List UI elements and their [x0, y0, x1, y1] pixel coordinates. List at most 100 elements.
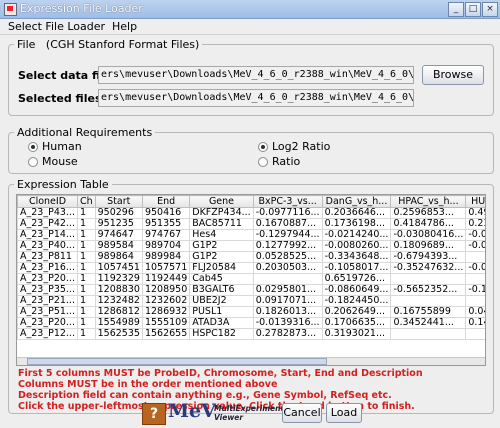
table-cell[interactable]: 989584	[94, 240, 143, 252]
table-cell[interactable]: 951355	[141, 218, 191, 230]
table-cell[interactable]: 0.1477339...	[465, 317, 485, 329]
table-cell[interactable]: 0.1706635...	[321, 317, 392, 329]
ratio-label[interactable]: Ratio	[272, 155, 300, 168]
table-cell[interactable]: BAC85711	[189, 218, 254, 230]
table-cell[interactable]: UBE2J2	[189, 295, 254, 307]
table-cell[interactable]: -0.0139316...	[252, 317, 323, 329]
human-radio[interactable]	[28, 142, 38, 152]
table-row[interactable]: A_23_P51... 1 1286812 1286932 PUSL1 0.1826013…	[17, 306, 485, 318]
table-cell[interactable]: 1562655	[141, 328, 191, 340]
table-cell[interactable]: -0.1297944...	[252, 229, 323, 241]
table-cell[interactable]: 989704	[141, 240, 191, 252]
table-cell[interactable]: 1	[76, 328, 96, 340]
table-cell[interactable]: 0.1670887...	[252, 218, 323, 230]
horizontal-scrollbar[interactable]	[17, 357, 485, 365]
menu-select-file-loader[interactable]: Select File Loader	[8, 20, 105, 33]
table-row[interactable]: A_23_P42... 1 951235 951355 BAC85711 0.167088…	[17, 218, 485, 230]
table-cell[interactable]: -0.0476811...	[465, 240, 485, 252]
table-cell[interactable]: -0.1824450...	[321, 295, 392, 307]
column-header[interactable]: Start	[94, 195, 143, 208]
column-header[interactable]: Gene	[189, 195, 254, 208]
table-cell[interactable]: 1	[76, 306, 96, 318]
table-cell[interactable]: B3GALT6	[189, 284, 254, 296]
table-cell[interactable]	[390, 328, 467, 340]
table-cell[interactable]: -0.35247632...	[390, 262, 467, 274]
cancel-button[interactable]: Cancel	[282, 403, 322, 423]
table-cell[interactable]: 0.2036646...	[321, 207, 392, 219]
table-cell[interactable]: -0.3343648...	[321, 251, 392, 263]
table-cell[interactable]: -0.03080416...	[390, 229, 467, 241]
table-cell[interactable]: ATAD3A	[189, 317, 254, 329]
data-file-path-field[interactable]: ers\mevuser\Downloads\MeV_4_6_0_r2388_wi…	[98, 66, 414, 84]
table-cell[interactable]	[390, 295, 467, 307]
table-cell[interactable]: 1208950	[141, 284, 191, 296]
table-cell[interactable]	[390, 273, 467, 285]
table-row[interactable]: A_23_P43... 1 950296 950416 DKFZP434... -0.09…	[17, 207, 485, 219]
log2-ratio-radio[interactable]	[258, 142, 268, 152]
table-cell[interactable]: 1192449	[141, 273, 191, 285]
table-cell[interactable]: FLJ20584	[189, 262, 254, 274]
table-cell[interactable]: -0.0243250...	[465, 229, 485, 241]
log2-ratio-label[interactable]: Log2 Ratio	[272, 140, 330, 153]
table-cell[interactable]: -0.0214240...	[321, 229, 392, 241]
load-button[interactable]: Load	[326, 403, 362, 423]
table-cell[interactable]: 974647	[94, 229, 143, 241]
table-cell[interactable]: -0.0309203...	[465, 262, 485, 274]
table-cell[interactable]: 1057571	[141, 262, 191, 274]
table-cell[interactable]: 1562535	[94, 328, 143, 340]
mouse-label[interactable]: Mouse	[42, 155, 78, 168]
table-row[interactable]: A_23_P40... 1 989584 989704 G1P2 0.1277992...…	[17, 240, 485, 252]
table-cell[interactable]: 0.1736198...	[321, 218, 392, 230]
table-cell[interactable]: 1	[76, 262, 96, 274]
table-cell[interactable]: HSPC182	[189, 328, 254, 340]
table-cell[interactable]: -0.0977116...	[252, 207, 323, 219]
table-cell[interactable]: A_23_P14...	[17, 229, 78, 241]
menu-help[interactable]: Help	[112, 20, 137, 33]
table-cell[interactable]: 1	[76, 229, 96, 241]
table-cell[interactable]: 1	[76, 295, 96, 307]
table-cell[interactable]: 0.3452441...	[390, 317, 467, 329]
table-cell[interactable]: Hes4	[189, 229, 254, 241]
table-cell[interactable]: 0.6519726...	[321, 273, 392, 285]
table-cell[interactable]: 1	[76, 284, 96, 296]
table-cell[interactable]	[465, 328, 485, 340]
column-header[interactable]: HUP-T4_vs...	[465, 195, 485, 208]
table-cell[interactable]	[465, 273, 485, 285]
mouse-radio[interactable]	[28, 157, 38, 167]
table-cell[interactable]: -0.0080260...	[321, 240, 392, 252]
table-cell[interactable]: 1057451	[94, 262, 143, 274]
table-cell[interactable]: 1	[76, 218, 96, 230]
table-cell[interactable]: 0.1277992...	[252, 240, 323, 252]
table-cell[interactable]: 1	[76, 207, 96, 219]
table-cell[interactable]: 1	[76, 317, 96, 329]
table-cell[interactable]: 0.4917509...	[465, 207, 485, 219]
table-cell[interactable]	[252, 273, 323, 285]
table-cell[interactable]: 0.2782873...	[252, 328, 323, 340]
minimize-icon[interactable]: _	[448, 2, 464, 17]
table-row[interactable]: A_23_P20... 1 1554989 1555109 ATAD3A -0.01393…	[17, 317, 485, 329]
table-cell[interactable]: A_23_P12...	[17, 328, 78, 340]
table-cell[interactable]: A_23_P20...	[17, 273, 78, 285]
table-cell[interactable]: 989864	[94, 251, 143, 263]
table-cell[interactable]: 0.0528525...	[252, 251, 323, 263]
table-cell[interactable]: 989984	[141, 251, 191, 263]
column-header[interactable]: End	[141, 195, 191, 208]
table-cell[interactable]: 0.0917071...	[252, 295, 323, 307]
table-cell[interactable]: -0.1058017...	[321, 262, 392, 274]
column-header[interactable]: DanG_vs_h...	[321, 195, 392, 208]
table-cell[interactable]: 1232482	[94, 295, 143, 307]
table-cell[interactable]: A_23_P42...	[17, 218, 78, 230]
table-cell[interactable]: -0.1029191...	[465, 284, 485, 296]
table-cell[interactable]: 974767	[141, 229, 191, 241]
close-icon[interactable]: ×	[482, 2, 498, 17]
human-label[interactable]: Human	[42, 140, 82, 153]
browse-button[interactable]: Browse	[422, 65, 484, 85]
table-cell[interactable]: 951235	[94, 218, 143, 230]
table-cell[interactable]: 0.0295801...	[252, 284, 323, 296]
maximize-icon[interactable]: □	[465, 2, 481, 17]
column-header[interactable]: HPAC_vs_h...	[390, 195, 467, 208]
table-cell[interactable]: 950296	[94, 207, 143, 219]
table-cell[interactable]: 1208830	[94, 284, 143, 296]
table-cell[interactable]: PUSL1	[189, 306, 254, 318]
table-cell[interactable]: 1554989	[94, 317, 143, 329]
